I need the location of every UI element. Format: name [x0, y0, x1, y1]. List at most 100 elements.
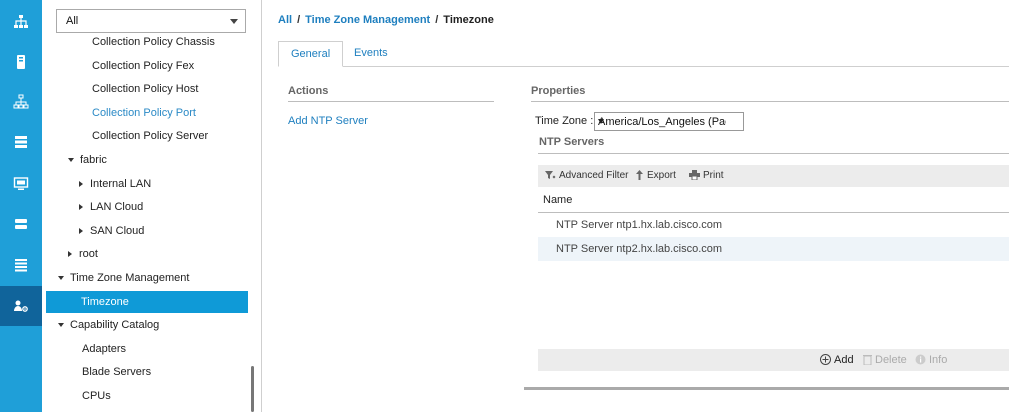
tree-item[interactable]: Time Zone Management	[58, 267, 189, 289]
add-button[interactable]: Add	[820, 354, 854, 366]
breadcrumb-time-zone-management[interactable]: Time Zone Management	[305, 14, 430, 26]
tree-item-label: root	[79, 248, 98, 261]
collapsed-caret-icon[interactable]	[79, 227, 83, 234]
list-icon[interactable]	[0, 245, 42, 285]
expanded-caret-icon[interactable]	[58, 323, 64, 328]
tree-item[interactable]: Internal LAN	[79, 173, 151, 195]
time-zone-label: Time Zone :	[535, 115, 594, 127]
tab-general[interactable]: General	[278, 41, 344, 67]
tree-item[interactable]: Collection Policy Host	[92, 78, 198, 100]
tree-item-label: Collection Policy Server	[92, 130, 209, 143]
tree-item[interactable]: SAN Cloud	[79, 220, 144, 242]
main-content: All / Time Zone Management / Timezone Genera…	[262, 0, 1009, 412]
table-row[interactable]: NTP Server ntp1.hx.lab.cisco.com	[538, 213, 1009, 237]
tree-item[interactable]: LAN Cloud	[79, 196, 143, 218]
collapsed-caret-icon[interactable]	[68, 251, 72, 258]
delete-button[interactable]: Delete	[863, 354, 907, 366]
tree-item[interactable]: Collection Policy Fex	[92, 55, 194, 77]
ntp-toolbar: Advanced Filter Export Print	[538, 165, 1009, 187]
breadcrumb: All / Time Zone Management / Timezone	[278, 14, 494, 26]
export-label: Export	[647, 170, 676, 181]
ntp-table-header: Name	[538, 187, 1009, 213]
monitor-icon[interactable]	[0, 164, 42, 204]
properties-divider	[531, 101, 1009, 102]
database-icon[interactable]	[0, 204, 42, 244]
trash-icon	[863, 355, 872, 366]
tree-item-label: fabric	[80, 154, 107, 166]
tree-item-label: Collection Policy Host	[92, 83, 199, 96]
nav-scrollbar[interactable]	[251, 366, 254, 412]
info-icon	[915, 354, 926, 365]
tree-item[interactable]: root	[68, 243, 98, 265]
tree-item-label: Blade Servers	[82, 366, 152, 379]
tree-item[interactable]: Capability Catalog	[58, 314, 159, 336]
nav-filter-dropdown[interactable]: All	[56, 9, 246, 33]
nav-tree: Collection Policy Chassis Collection Poli…	[42, 34, 250, 412]
chevron-down-icon	[230, 19, 238, 24]
add-ntp-server-link[interactable]: Add NTP Server	[288, 115, 368, 127]
ntp-server-name: NTP Server ntp1.hx.lab.cisco.com	[556, 219, 723, 231]
navigation-panel: All Collection Policy Chassis Collection …	[42, 0, 262, 412]
column-header-name[interactable]: Name	[543, 194, 572, 206]
ntp-server-name: NTP Server ntp2.hx.lab.cisco.com	[556, 243, 723, 255]
tree-item-label: Collection Policy Fex	[92, 59, 195, 72]
tree-item[interactable]: Collection Policy Port	[92, 102, 196, 124]
tree-item-label: Collection Policy Chassis	[92, 36, 215, 48]
tab-bar: General Events	[278, 41, 1009, 67]
tree-item-label: Timezone	[81, 295, 129, 308]
lan-icon[interactable]	[0, 82, 42, 122]
tree-item[interactable]: Collection Policy Chassis	[92, 34, 215, 53]
server-icon[interactable]	[0, 42, 42, 82]
ntp-servers-divider	[538, 153, 1009, 154]
tree-item-label: SAN Cloud	[90, 224, 145, 237]
actions-title: Actions	[288, 85, 329, 97]
collapsed-caret-icon[interactable]	[79, 180, 83, 187]
advanced-filter-label: Advanced Filter	[559, 170, 629, 181]
tree-item[interactable]: Blade Servers	[82, 361, 151, 383]
tree-item[interactable]: Collection Policy Server	[92, 125, 208, 147]
admin-settings-icon[interactable]	[0, 286, 42, 326]
advanced-filter-button[interactable]: Advanced Filter	[545, 170, 628, 181]
tree-item-label: Collection Policy Port	[92, 106, 196, 119]
export-icon	[636, 170, 643, 180]
print-icon	[689, 170, 700, 181]
add-label: Add	[834, 354, 854, 366]
plus-circle-icon	[820, 354, 831, 365]
filter-icon	[545, 171, 556, 179]
info-label: Info	[929, 354, 948, 366]
tree-item-label: CPUs	[82, 390, 111, 402]
delete-label: Delete	[875, 354, 907, 366]
network-topology-icon[interactable]	[0, 2, 42, 42]
info-button[interactable]: Info	[915, 354, 947, 366]
tab-events[interactable]: Events	[342, 41, 400, 67]
breadcrumb-current: Timezone	[443, 14, 494, 26]
actions-divider	[288, 101, 494, 102]
properties-title: Properties	[531, 85, 586, 97]
time-zone-select[interactable]: America/Los_Angeles (Pacif	[594, 112, 744, 131]
tree-item[interactable]: CPUs	[82, 385, 111, 407]
breadcrumb-all[interactable]: All	[278, 14, 292, 26]
expanded-caret-icon[interactable]	[58, 276, 64, 281]
tree-item[interactable]: Timezone	[46, 290, 248, 313]
tree-item[interactable]: fabric	[68, 149, 107, 171]
tree-item-label: LAN Cloud	[90, 201, 144, 214]
ntp-footer-bar: Add Delete Info	[538, 349, 1009, 371]
storage-stack-icon[interactable]	[0, 122, 42, 162]
collapsed-caret-icon[interactable]	[79, 204, 83, 211]
tree-item-label: Capability Catalog	[70, 319, 160, 332]
table-row[interactable]: NTP Server ntp2.hx.lab.cisco.com	[538, 237, 1009, 261]
print-button[interactable]: Print	[689, 170, 724, 181]
export-button[interactable]: Export	[635, 170, 676, 181]
panel-bottom-scrollbar[interactable]	[524, 387, 1009, 390]
print-label: Print	[703, 170, 724, 181]
app-icon-rail	[0, 0, 42, 412]
tree-item-label: Adapters	[82, 342, 127, 355]
ntp-servers-title: NTP Servers	[539, 136, 605, 148]
expanded-caret-icon[interactable]	[68, 158, 74, 163]
tree-item-label: Internal LAN	[90, 177, 152, 190]
chevron-down-icon	[598, 119, 604, 124]
tree-item-label: Time Zone Management	[70, 272, 190, 284]
tree-item[interactable]: Adapters	[82, 338, 126, 360]
nav-filter-value: All	[66, 15, 79, 27]
time-zone-value: America/Los_Angeles (Pacif	[598, 116, 726, 128]
